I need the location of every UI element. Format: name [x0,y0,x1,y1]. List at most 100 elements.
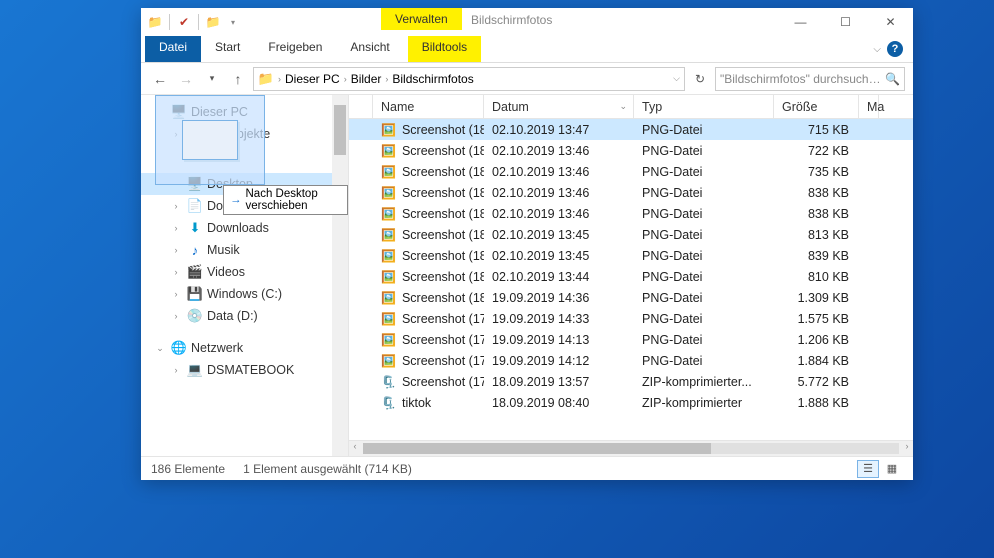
video-icon: 🎬 [187,264,203,280]
file-type: PNG-Datei [634,228,774,242]
minimize-button[interactable]: — [778,8,823,36]
nav-back-button[interactable]: ← [149,68,171,90]
chevron-right-icon[interactable]: › [169,365,183,375]
folder-icon: 📁 [147,14,163,30]
tree-musik[interactable]: Musik [207,243,240,257]
file-size: 1.888 KB [774,396,859,410]
col-typ[interactable]: Typ [634,95,774,118]
refresh-button[interactable]: ↻ [689,72,711,86]
qat-check-icon[interactable]: ✔ [176,14,192,30]
file-row[interactable]: 🗜️tiktok18.09.2019 08:40ZIP-komprimierte… [349,392,913,413]
file-row[interactable]: 🖼️Screenshot (183)02.10.2019 13:45PNG-Da… [349,224,913,245]
col-datum[interactable]: Datum⌄ [484,95,634,118]
file-date: 02.10.2019 13:46 [484,207,634,221]
file-row[interactable]: 🖼️Screenshot (182)02.10.2019 13:45PNG-Da… [349,245,913,266]
breadcrumb-folder[interactable]: Bildschirmfotos [392,72,473,86]
file-list[interactable]: 🖼️Screenshot (188)02.10.2019 13:47PNG-Da… [349,119,913,440]
nav-forward-button[interactable]: → [175,68,197,90]
tree-dsmatebook[interactable]: DSMATEBOOK [207,363,294,377]
file-name: Screenshot (188) [402,123,484,137]
image-icon: 🖼️ [381,164,396,179]
breadcrumb-bilder[interactable]: Bilder [351,72,382,86]
file-size: 813 KB [774,228,859,242]
qat-dropdown-icon[interactable]: ▾ [225,14,241,30]
nav-up-button[interactable]: ↑ [227,68,249,90]
col-groesse[interactable]: Größe [774,95,859,118]
tab-datei[interactable]: Datei [145,36,201,62]
file-row[interactable]: 🖼️Screenshot (185)02.10.2019 13:46PNG-Da… [349,182,913,203]
drag-tooltip: → Nach Desktop verschieben [223,185,348,215]
file-type: PNG-Datei [634,144,774,158]
view-details-button[interactable]: ☰ [857,460,879,478]
file-row[interactable]: 🖼️Screenshot (177)19.09.2019 14:12PNG-Da… [349,350,913,371]
horizontal-scrollbar[interactable]: ‹ › [349,440,913,456]
file-date: 19.09.2019 14:33 [484,312,634,326]
nav-scrollbar[interactable] [332,95,348,456]
tree-videos[interactable]: Videos [207,265,245,279]
tab-freigeben[interactable]: Freigeben [254,36,336,62]
view-icons-button[interactable]: ▦ [881,460,903,478]
image-icon: 🖼️ [381,122,396,137]
folder-icon: 📁 [205,14,221,30]
chevron-right-icon[interactable]: › [169,311,183,321]
file-row[interactable]: 🖼️Screenshot (180)19.09.2019 14:36PNG-Da… [349,287,913,308]
search-input[interactable]: "Bildschirmfotos" durchsuchen 🔍 [715,67,905,91]
file-size: 1.575 KB [774,312,859,326]
file-row[interactable]: 🗜️ Screenshot (170)18.09.2019 13:57ZIP-ko… [349,371,913,392]
file-row[interactable]: 🖼️Screenshot (181)02.10.2019 13:44PNG-Da… [349,266,913,287]
file-size: 1.309 KB [774,291,859,305]
file-type: PNG-Datei [634,165,774,179]
chevron-down-icon[interactable]: ⌄ [153,343,167,354]
file-row[interactable]: 🖼️Screenshot (178)19.09.2019 14:13PNG-Da… [349,329,913,350]
breadcrumb-dropdown-icon[interactable]: ⌵ [673,73,680,84]
verwalten-context-tab: Verwalten [381,8,462,30]
file-row[interactable]: 🖼️Screenshot (184)02.10.2019 13:46PNG-Da… [349,203,913,224]
explorer-window: 📁 ✔ 📁 ▾ Verwalten Bildschirmfotos — ☐ ✕ … [141,8,913,480]
col-name[interactable]: Name [373,95,484,118]
arrow-right-icon: → [230,194,242,206]
breadcrumb[interactable]: 📁 › Dieser PC › Bilder › Bildschirmfotos… [253,67,685,91]
tree-data-d[interactable]: Data (D:) [207,309,258,323]
tab-bildtools[interactable]: Bildtools [408,36,481,62]
maximize-button[interactable]: ☐ [823,8,868,36]
breadcrumb-pc[interactable]: Dieser PC [285,72,340,86]
image-icon: 🖼️ [381,290,396,305]
chevron-right-icon[interactable]: › [169,201,183,211]
tab-ansicht[interactable]: Ansicht [336,36,403,62]
chevron-right-icon[interactable]: › [169,267,183,277]
ribbon-tabs: Datei Start Freigeben Ansicht Bildtools … [141,36,913,62]
file-name: Screenshot (186) [402,165,484,179]
file-date: 18.09.2019 13:57 [484,375,634,389]
tree-netzwerk[interactable]: Netzwerk [191,341,243,355]
file-date: 18.09.2019 08:40 [484,396,634,410]
file-name: Screenshot (180) [402,291,484,305]
file-name: Screenshot (170) [402,375,484,389]
col-ma[interactable]: Ma [859,95,879,118]
file-name: Screenshot (179) [402,312,484,326]
file-row[interactable]: 🖼️ Screenshot (186)02.10.2019 13:46PNG-Da… [349,161,913,182]
chevron-right-icon[interactable]: › [169,223,183,233]
file-size: 1.884 KB [774,354,859,368]
ribbon-expand-icon[interactable]: ⌵ [873,44,881,55]
file-size: 1.206 KB [774,333,859,347]
file-row[interactable]: 🖼️Screenshot (187)02.10.2019 13:46PNG-Da… [349,140,913,161]
file-type: PNG-Datei [634,312,774,326]
close-button[interactable]: ✕ [868,8,913,36]
file-pane: Name Datum⌄ Typ Größe Ma 🖼️Screenshot (1… [349,95,913,456]
file-type: ZIP-komprimierter... [634,375,774,389]
file-row[interactable]: 🖼️Screenshot (188)02.10.2019 13:47PNG-Da… [349,119,913,140]
file-date: 02.10.2019 13:46 [484,165,634,179]
chevron-right-icon[interactable]: › [169,289,183,299]
file-date: 02.10.2019 13:46 [484,186,634,200]
tree-downloads[interactable]: Downloads [207,221,269,235]
zip-icon: 🗜️ [381,374,396,389]
tab-start[interactable]: Start [201,36,254,62]
chevron-right-icon[interactable]: › [169,245,183,255]
file-date: 02.10.2019 13:46 [484,144,634,158]
column-headers: Name Datum⌄ Typ Größe Ma [349,95,913,119]
download-icon: ⬇ [187,220,203,236]
nav-recent-icon[interactable]: ▾ [201,68,223,90]
file-row[interactable]: 🖼️Screenshot (179)19.09.2019 14:33PNG-Da… [349,308,913,329]
tree-windows-c[interactable]: Windows (C:) [207,287,282,301]
help-icon[interactable]: ? [887,41,903,57]
